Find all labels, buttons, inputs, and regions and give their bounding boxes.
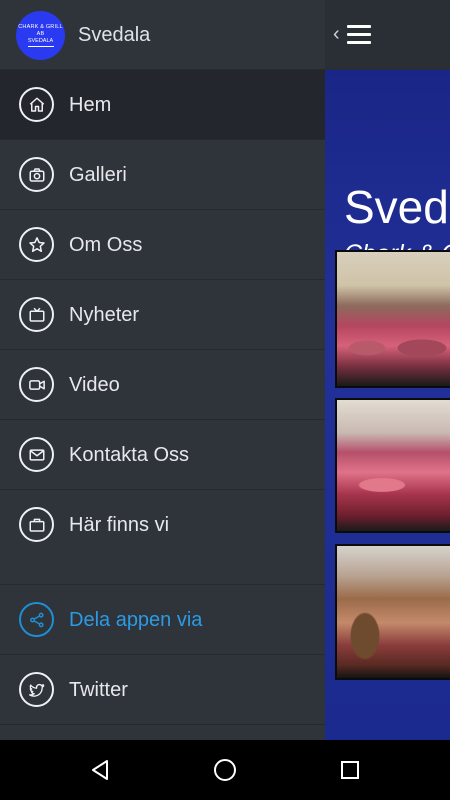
gallery-photo[interactable] [335,250,450,388]
mail-icon [19,437,54,472]
menu-item-label: Hem [69,94,112,116]
app-logo: CHARK & GRILL AB SVEDALA [16,11,65,60]
menu-item-twitter[interactable]: Twitter [0,655,325,725]
menu-item-har-finns-vi[interactable]: Här finns vi [0,490,325,560]
menu-item-label: Nyheter [69,304,140,326]
menu-item-label: Här finns vi [69,514,170,536]
menu-item-label: Twitter [69,679,128,701]
drawer-menu: Hem Galleri Om Oss Nyheter Video Kontakt… [0,70,325,725]
app-toolbar: ‹ [325,0,450,70]
menu-item-kontakta-oss[interactable]: Kontakta Oss [0,420,325,490]
logo-line-2: SVEDALA [27,37,54,44]
gallery-photo[interactable] [335,398,450,533]
drawer-header: CHARK & GRILL AB SVEDALA Svedala [0,0,325,70]
gallery-photo[interactable] [335,544,450,680]
video-camera-icon [19,367,54,402]
hamburger-icon [347,25,371,45]
drawer-title: Svedala [78,24,151,46]
recent-apps-icon [341,761,359,779]
menu-item-label: Video [69,374,120,396]
camera-icon [19,157,54,192]
menu-item-label: Galleri [69,164,127,186]
system-nav-bar [0,740,450,800]
twitter-icon [19,672,54,707]
logo-underline [27,45,54,48]
home-button[interactable] [211,756,239,784]
menu-item-video[interactable]: Video [0,350,325,420]
menu-item-om-oss[interactable]: Om Oss [0,210,325,280]
chevron-left-icon: ‹ [333,23,340,45]
back-button[interactable] [86,756,114,784]
navigation-drawer: CHARK & GRILL AB SVEDALA Svedala Hem Gal… [0,0,325,740]
logo-line-1: CHARK & GRILL AB [18,23,63,37]
menu-item-label: Om Oss [69,234,143,256]
menu-item-label: Kontakta Oss [69,444,190,466]
back-icon [92,760,108,780]
app-title: Sveda [344,181,450,233]
tv-icon [19,297,54,332]
briefcase-icon [19,507,54,542]
home-icon [19,87,54,122]
hamburger-button[interactable]: ‹ [333,22,373,48]
app-main-screen: ‹ Sveda Chark & C [325,0,450,740]
recent-apps-button[interactable] [336,756,364,784]
menu-item-share[interactable]: Dela appen via [0,585,325,655]
menu-item-hem[interactable]: Hem [0,70,325,140]
home-circle-icon [214,759,236,781]
menu-item-galleri[interactable]: Galleri [0,140,325,210]
share-label: Dela appen via [69,609,203,631]
share-icon [19,602,54,637]
menu-item-nyheter[interactable]: Nyheter [0,280,325,350]
star-icon [19,227,54,262]
menu-divider [0,560,325,585]
